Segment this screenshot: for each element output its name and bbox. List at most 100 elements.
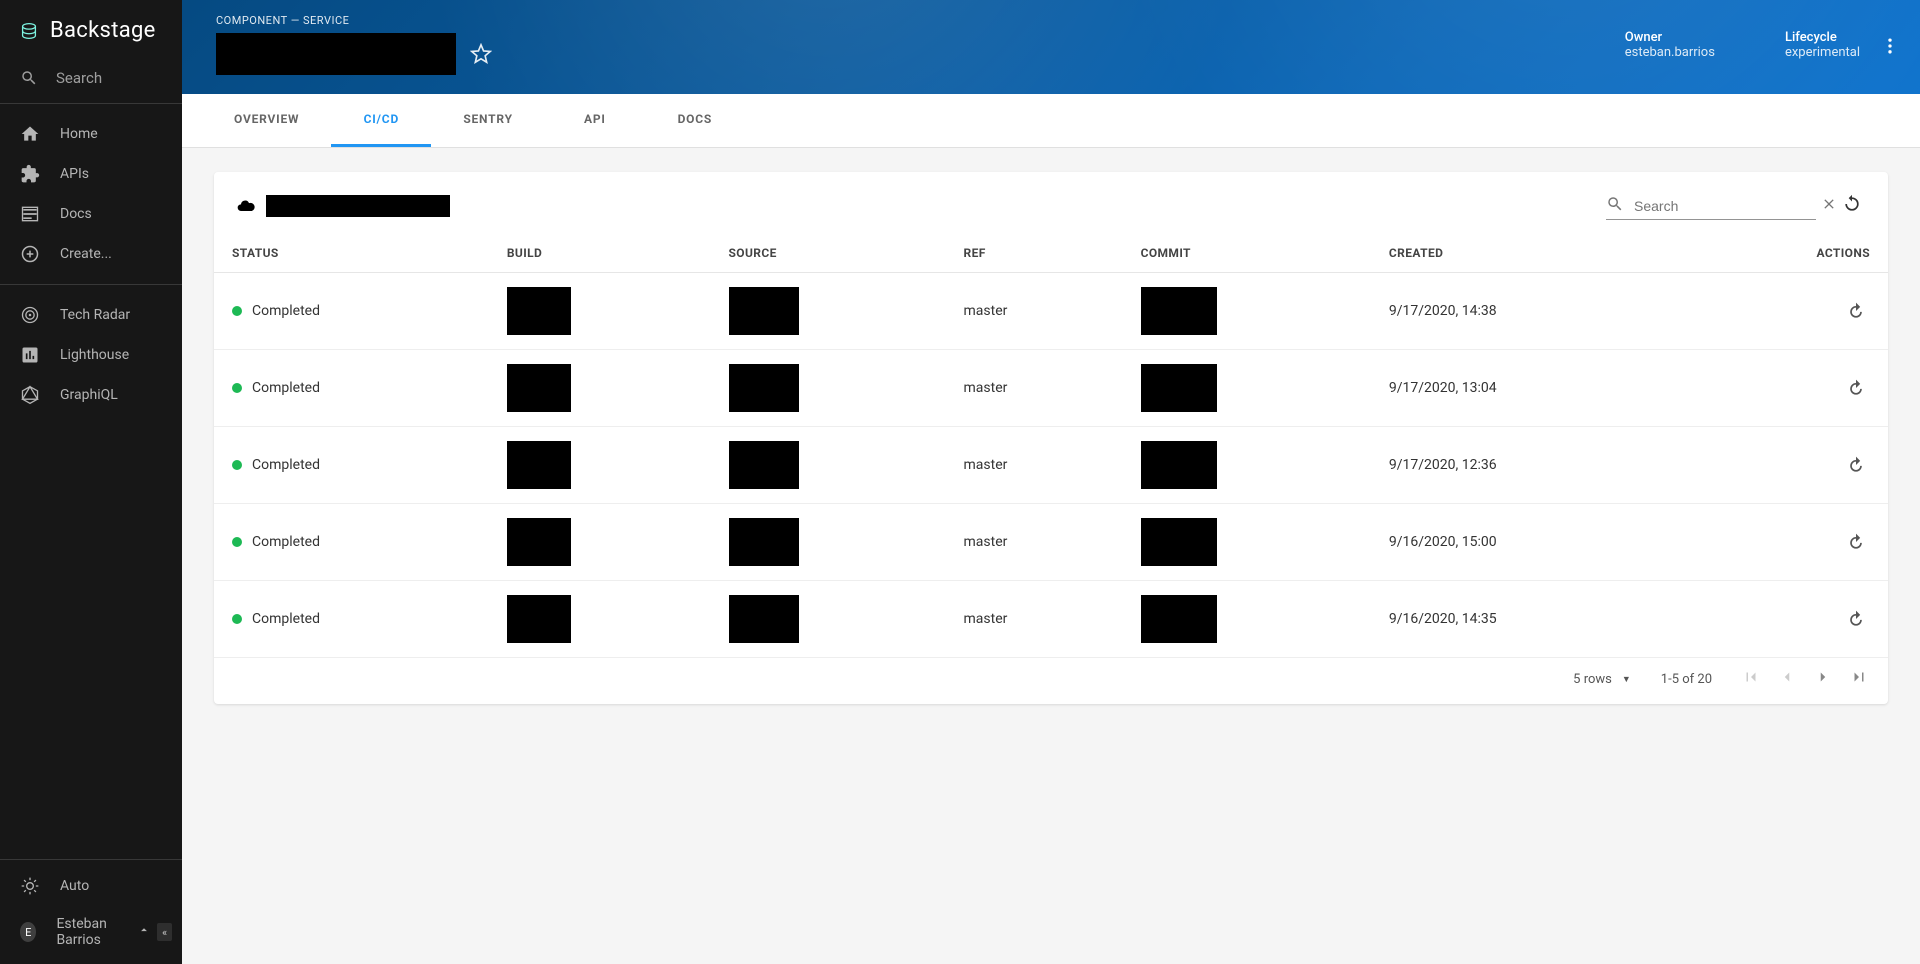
cell-commit [1123,427,1371,504]
table-row: Completedmaster9/17/2020, 13:04 [214,350,1888,427]
retry-icon [1846,378,1866,398]
cell-source [711,581,946,658]
status-dot-icon [232,460,242,470]
retry-button[interactable] [1842,374,1870,402]
cell-status: Completed [214,427,489,504]
header-meta: Owner esteban.barrios Lifecycle experime… [1625,30,1860,60]
sidebar-item-docs[interactable]: Docs [0,194,182,234]
source-redacted [729,518,799,566]
clear-search-button[interactable] [1821,196,1837,216]
cell-source [711,504,946,581]
lifecycle-value: experimental [1785,45,1860,60]
cell-status: Completed [214,581,489,658]
col-commit[interactable]: COMMIT [1123,234,1371,273]
sidebar-item-label: APIs [60,166,89,182]
sidebar-item-tech-radar[interactable]: Tech Radar [0,295,182,335]
sidebar-footer: Auto E Esteban Barrios « [0,859,182,964]
cell-created: 9/17/2020, 13:04 [1371,350,1690,427]
rows-per-page-select[interactable]: 5 rows ▼ [1573,672,1631,687]
tab-cicd[interactable]: CI/CD [331,94,431,147]
retry-button[interactable] [1842,605,1870,633]
cell-actions [1690,350,1888,427]
sidebar-item-auto[interactable]: Auto [0,866,182,906]
cell-actions [1690,273,1888,350]
sidebar-item-label: GraphiQL [60,387,118,403]
sidebar-item-create[interactable]: Create... [0,234,182,274]
table-search-input[interactable] [1628,196,1821,216]
sidebar-item-label: Home [60,126,98,142]
prev-page-button[interactable] [1778,668,1796,690]
favorite-button[interactable] [470,43,492,65]
brightness-icon [20,876,40,896]
sidebar-item-label: Tech Radar [60,307,130,323]
source-redacted [729,595,799,643]
nav-group-main: Home APIs Docs Create... [0,104,182,285]
commit-redacted [1141,364,1217,412]
collapse-sidebar-button[interactable]: « [157,923,172,941]
more-vert-icon [1880,36,1900,56]
next-page-button[interactable] [1814,668,1832,690]
build-redacted [507,441,571,489]
radar-icon [20,305,40,325]
brand[interactable]: Backstage [0,0,182,61]
source-redacted [729,441,799,489]
sidebar-item-lighthouse[interactable]: Lighthouse [0,335,182,375]
sidebar-search[interactable]: Search [0,61,182,104]
build-redacted [507,518,571,566]
col-source[interactable]: SOURCE [711,234,946,273]
cell-build [489,350,711,427]
status-text: Completed [252,611,320,627]
retry-button[interactable] [1842,297,1870,325]
retry-button[interactable] [1842,451,1870,479]
cell-source [711,350,946,427]
table-footer: 5 rows ▼ 1-5 of 20 [214,658,1888,704]
content: STATUS BUILD SOURCE REF COMMIT CREATED A… [182,148,1920,964]
owner-label: Owner [1625,30,1715,45]
close-icon [1821,196,1837,212]
owner-value: esteban.barrios [1625,45,1715,60]
breadcrumb: COMPONENT — SERVICE [216,14,1886,27]
sidebar-item-label: Lighthouse [60,347,129,363]
tab-docs[interactable]: DOCS [645,94,745,147]
sidebar-item-graphiql[interactable]: GraphiQL [0,375,182,415]
tab-overview[interactable]: OVERVIEW [202,94,331,147]
cell-commit [1123,504,1371,581]
cell-source [711,427,946,504]
pager [1742,668,1868,690]
sidebar-item-home[interactable]: Home [0,114,182,154]
refresh-button[interactable] [1838,190,1866,222]
card-header [214,172,1888,234]
table-row: Completedmaster9/16/2020, 15:00 [214,504,1888,581]
sidebar-user[interactable]: E Esteban Barrios « [0,906,182,958]
search-icon [20,69,38,87]
col-status[interactable]: STATUS [214,234,489,273]
tab-sentry[interactable]: SENTRY [431,94,545,147]
first-page-button[interactable] [1742,668,1760,690]
table-search[interactable] [1606,193,1816,220]
col-created[interactable]: CREATED [1371,234,1690,273]
tab-api[interactable]: API [545,94,645,147]
col-ref[interactable]: REF [946,234,1123,273]
header-menu-button[interactable] [1880,36,1900,60]
cell-ref: master [946,273,1123,350]
source-redacted [729,364,799,412]
status-dot-icon [232,537,242,547]
last-page-button[interactable] [1850,668,1868,690]
cell-source [711,273,946,350]
sidebar: Backstage Search Home APIs Docs Create..… [0,0,182,964]
cell-commit [1123,350,1371,427]
cell-build [489,273,711,350]
sidebar-item-label: Auto [60,878,89,894]
sidebar-search-placeholder: Search [56,69,102,87]
page-range: 1-5 of 20 [1661,672,1712,687]
col-build[interactable]: BUILD [489,234,711,273]
brand-name: Backstage [50,18,156,43]
chevron-down-icon: ▼ [1622,674,1631,685]
retry-icon [1846,609,1866,629]
cell-commit [1123,581,1371,658]
retry-button[interactable] [1842,528,1870,556]
chevron-left-icon [1778,668,1796,686]
cell-ref: master [946,427,1123,504]
sidebar-item-apis[interactable]: APIs [0,154,182,194]
table-row: Completedmaster9/16/2020, 14:35 [214,581,1888,658]
